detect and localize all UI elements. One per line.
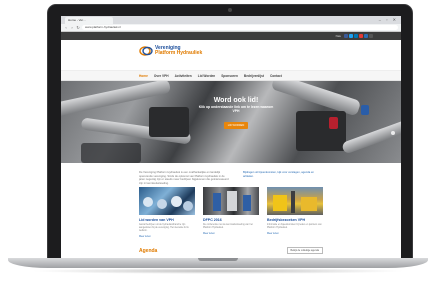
logo-line2: Platform Hydrauliek	[155, 50, 203, 56]
card-image[interactable]	[139, 187, 195, 215]
card-text: Informatie en bijeenkomsten bij leden en…	[267, 224, 322, 229]
image-detail-shape	[143, 197, 153, 207]
linkedin-icon[interactable]	[354, 34, 358, 38]
back-icon[interactable]: ‹	[64, 25, 68, 30]
full-agenda-button[interactable]: Bekijk de volledige agenda	[286, 247, 323, 254]
search-icon[interactable]	[369, 34, 373, 38]
logo-mark-icon	[139, 46, 153, 56]
image-detail-shape	[157, 199, 167, 209]
hero-dark-block	[149, 107, 189, 137]
nav-item-sponsoren[interactable]: Sponsoren	[221, 74, 238, 78]
image-detail-shape	[273, 195, 287, 211]
image-detail-shape	[243, 195, 251, 211]
top-strip: Nav	[61, 32, 401, 40]
hero-pipe-shape	[341, 119, 401, 155]
camera-icon	[228, 8, 232, 12]
read-more-link[interactable]: Meer lezen	[267, 232, 323, 235]
card-lid-worden: Lid worden van VPH Aantal bedrijven uit …	[139, 187, 195, 238]
youtube-icon[interactable]	[359, 34, 363, 38]
site-header: Vereniging Platform Hydrauliek	[61, 40, 401, 70]
laptop-notch	[198, 258, 238, 261]
hero-text: Word ook lid! Klik op onderstaande link …	[191, 97, 281, 131]
card-image[interactable]	[267, 187, 323, 215]
nav-item-over-vph[interactable]: Over VPH	[154, 74, 169, 78]
image-detail-shape	[301, 197, 317, 211]
card-title[interactable]: DFPC 2016	[203, 218, 259, 222]
logo-text: Vereniging Platform Hydrauliek	[155, 46, 202, 56]
hero-dark-block	[81, 143, 141, 163]
agenda-section: Agenda Bekijk de volledige agenda	[61, 238, 401, 254]
twitter-icon[interactable]	[349, 34, 353, 38]
laptop-base	[8, 258, 428, 268]
card-title[interactable]: Bedrijfsbezoeken VPH	[267, 218, 323, 222]
slider-dot-icon[interactable]	[391, 131, 395, 135]
hero-blue-part	[361, 105, 369, 115]
image-detail-shape	[291, 191, 295, 213]
reload-icon[interactable]: ↻	[76, 25, 80, 30]
hero-red-part	[329, 117, 338, 129]
intro-link[interactable]: Bijdragen uit bijeenkomsten, kijk voor v…	[243, 171, 323, 187]
lid-worden-button[interactable]: LID WORDEN	[223, 122, 249, 129]
hero-title: Word ook lid!	[213, 97, 259, 104]
image-detail-shape	[183, 201, 193, 211]
laptop-lid: Home - Ver… – ▫ ✕ ‹ › ↻ www.platform-hyd…	[47, 4, 413, 259]
intro-text: De Vereniging Platform Hydrauliek is een…	[139, 171, 229, 185]
nav-item-home[interactable]: Home	[139, 74, 148, 78]
card-image[interactable]	[203, 187, 259, 215]
url-field[interactable]: www.platform-hydrauliek.nl	[82, 25, 398, 30]
website: Nav Vereniging Platform Hydrauliek Home …	[61, 32, 401, 254]
laptop-shadow	[30, 268, 406, 274]
address-bar: ‹ › ↻ www.platform-hydrauliek.nl	[61, 24, 401, 32]
laptop-screen: Home - Ver… – ▫ ✕ ‹ › ↻ www.platform-hyd…	[61, 16, 401, 259]
facebook-icon[interactable]	[344, 34, 348, 38]
window-controls[interactable]: – ▫ ✕	[379, 17, 398, 22]
forward-icon[interactable]: ›	[70, 25, 74, 30]
image-detail-shape	[213, 193, 221, 211]
intro-section: De Vereniging Platform Hydrauliek is een…	[61, 163, 401, 187]
browser-tab-bar: Home - Ver… – ▫ ✕	[61, 16, 401, 24]
product-mockup-scene: Home - Ver… – ▫ ✕ ‹ › ↻ www.platform-hyd…	[0, 0, 436, 281]
agenda-title: Agenda	[139, 247, 158, 254]
feature-cards: Lid worden van VPH Aantal bedrijven uit …	[61, 187, 401, 238]
card-title[interactable]: Lid worden van VPH	[139, 218, 195, 222]
hero-dark-block	[296, 111, 346, 151]
image-detail-shape	[171, 196, 182, 207]
nav-item-contact[interactable]: Contact	[270, 74, 282, 78]
site-logo[interactable]: Vereniging Platform Hydrauliek	[139, 46, 202, 56]
main-nav: Home Over VPH Activiteiten Lid Worden Sp…	[61, 70, 401, 81]
nav-item-activiteiten[interactable]: Activiteiten	[175, 74, 192, 78]
image-detail-shape	[227, 191, 237, 211]
card-text: Aantal bedrijven uit de hydrauliekbranch…	[139, 224, 189, 232]
mail-icon[interactable]	[364, 34, 368, 38]
hero-banner: Word ook lid! Klik op onderstaande link …	[61, 81, 401, 163]
read-more-link[interactable]: Meer lezen	[203, 232, 259, 235]
card-text: De conferentie met de kennisuitwisseling…	[203, 224, 253, 229]
nav-item-lid-worden[interactable]: Lid Worden	[198, 74, 215, 78]
language-label[interactable]: Nav	[336, 34, 341, 38]
card-dfpc: DFPC 2016 De conferentie met de kennisui…	[203, 187, 259, 238]
hero-subtitle-2: VPH	[232, 109, 240, 113]
card-bedrijfsbezoeken: Bedrijfsbezoeken VPH Informatie en bijee…	[267, 187, 323, 238]
nav-item-bedrijvenlijst[interactable]: Bedrijvenlijst	[244, 74, 264, 78]
browser-tab[interactable]: Home - Ver…	[65, 17, 113, 24]
social-links: Nav	[336, 34, 373, 38]
